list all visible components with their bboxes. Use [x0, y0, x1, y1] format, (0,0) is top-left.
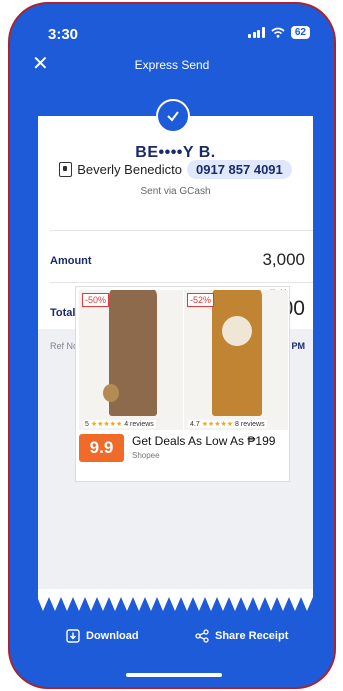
- ad-product-image[interactable]: -52% 4.7 ★★★★★ 8 reviews: [184, 290, 288, 430]
- share-label: Share Receipt: [215, 630, 289, 642]
- battery-icon: 62: [290, 26, 310, 39]
- discount-badge: -50%: [82, 293, 110, 307]
- rating-value: 4.7: [190, 421, 200, 428]
- wifi-icon: [271, 27, 285, 38]
- ad-banner[interactable]: ⓘ ✕ -50% 5 ★★★★★ 4 reviews -52% 4.7 ★★★★…: [75, 286, 290, 482]
- product-rating: 5 ★★★★★ 4 reviews: [83, 420, 156, 428]
- home-indicator[interactable]: [126, 673, 222, 677]
- status-icons: 62: [248, 26, 310, 39]
- recipient-account: Beverly Benedicto 0917 857 4091: [38, 160, 313, 179]
- ad-cta[interactable]: 9.9 Get Deals As Low As ₱199 Shopee: [79, 434, 286, 464]
- receipt-tear-edge: [38, 589, 313, 611]
- bottom-action-bar: Download Share Receipt: [10, 617, 334, 687]
- shopee-logo: 9.9: [79, 434, 124, 462]
- recipient-full-name: Beverly Benedicto: [77, 162, 182, 177]
- ad-product-image[interactable]: -50% 5 ★★★★★ 4 reviews: [79, 290, 183, 430]
- download-button[interactable]: Download: [66, 629, 139, 643]
- page-title: Express Send: [134, 58, 210, 72]
- review-count: 4 reviews: [124, 421, 154, 428]
- star-rating-icon: ★★★★★: [201, 421, 234, 428]
- receipt-card: BE••••Y B. Beverly Benedicto 0917 857 40…: [38, 116, 313, 592]
- ad-brand: Shopee: [132, 451, 160, 460]
- ad-headline: Get Deals As Low As ₱199: [132, 434, 276, 448]
- top-bar: ✕ Express Send: [10, 52, 334, 80]
- divider: [50, 282, 313, 283]
- share-receipt-button[interactable]: Share Receipt: [195, 629, 288, 643]
- download-label: Download: [86, 630, 139, 642]
- rating-value: 5: [85, 421, 89, 428]
- amount-value: 3,000: [262, 250, 305, 269]
- share-icon: [195, 629, 209, 643]
- dress-image: [212, 290, 262, 416]
- download-icon: [66, 629, 80, 643]
- phone-frame: 3:30 62 ✕ Express Send BE••••Y B. Beverl…: [8, 2, 336, 689]
- status-bar: 3:30 62: [10, 4, 334, 48]
- star-rating-icon: ★★★★★: [90, 421, 123, 428]
- dress-image: [103, 290, 157, 416]
- discount-badge: -52%: [187, 293, 215, 307]
- amount-label: Amount: [50, 255, 92, 267]
- checkmark-icon: [156, 99, 190, 133]
- review-count: 8 reviews: [235, 421, 265, 428]
- signal-icon: [248, 27, 265, 38]
- status-time: 3:30: [48, 26, 79, 43]
- contact-card-icon: [59, 162, 73, 177]
- recipient-number: 0917 857 4091: [187, 160, 292, 179]
- divider: [50, 230, 313, 231]
- sent-via-label: Sent via GCash: [140, 186, 211, 197]
- product-rating: 4.7 ★★★★★ 8 reviews: [188, 420, 267, 428]
